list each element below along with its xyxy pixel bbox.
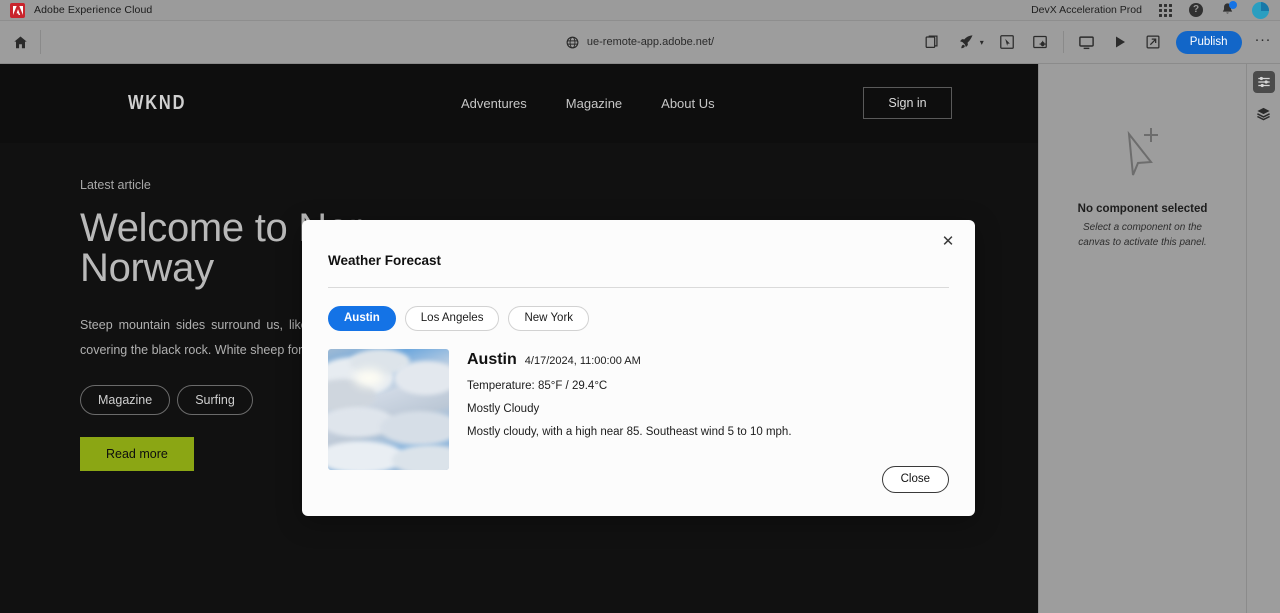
forecast-details: Austin 4/17/2024, 11:00:00 AM Temperatur…: [467, 349, 792, 470]
forecast-description: Mostly cloudy, with a high near 85. Sout…: [467, 426, 792, 438]
forecast-panel: Austin 4/17/2024, 11:00:00 AM Temperatur…: [328, 349, 949, 470]
site-logo[interactable]: WKND: [128, 92, 186, 115]
editor-canvas[interactable]: WKND Adventures Magazine About Us Sign i…: [0, 64, 1038, 613]
close-button[interactable]: Close: [881, 466, 949, 493]
adobe-logo-icon[interactable]: [10, 2, 25, 18]
read-more-button[interactable]: Read more: [80, 437, 194, 471]
tab-los-angeles[interactable]: Los Angeles: [404, 306, 500, 331]
clouds-photo: [328, 349, 449, 470]
forecast-city: Austin: [467, 351, 517, 368]
play-preview-icon[interactable]: [1110, 32, 1130, 52]
tag-magazine[interactable]: Magazine: [80, 385, 171, 415]
forecast-timestamp: 4/17/2024, 11:00:00 AM: [524, 355, 641, 367]
sign-in-button[interactable]: Sign in: [863, 87, 952, 119]
nav-item-magazine[interactable]: Magazine: [566, 96, 622, 111]
adobe-top-bar: Adobe Experience Cloud DevX Acceleration…: [0, 0, 1280, 21]
nav-item-adventures[interactable]: Adventures: [461, 96, 527, 111]
hero-title-line2: Norway: [80, 246, 214, 290]
cursor-add-icon: [1111, 120, 1175, 187]
more-options-icon[interactable]: ···: [1255, 32, 1272, 48]
notification-badge: [1229, 1, 1237, 9]
url-text: ue-remote-app.adobe.net/: [586, 36, 715, 48]
weather-forecast-dialog[interactable]: ✕ Weather Forecast Austin Los Angeles Ne…: [302, 220, 975, 516]
chevron-down-icon[interactable]: ▾: [980, 38, 984, 47]
app-grid-icon[interactable]: [1159, 3, 1172, 17]
page-properties-icon[interactable]: [1030, 32, 1050, 52]
close-icon[interactable]: ✕: [937, 231, 959, 253]
dialog-divider: [328, 287, 949, 288]
toolbar-separator: [1062, 31, 1064, 53]
properties-sliders-icon[interactable]: [1252, 71, 1275, 93]
publish-button[interactable]: Publish: [1175, 30, 1242, 54]
hero-eyebrow: Latest article: [80, 178, 151, 192]
adobe-product-title: Adobe Experience Cloud: [34, 4, 153, 16]
site-header: WKND Adventures Magazine About Us Sign i…: [0, 64, 1038, 143]
select-component-icon[interactable]: [997, 32, 1017, 52]
rocket-launch-icon[interactable]: [956, 32, 976, 52]
home-icon[interactable]: [6, 28, 34, 56]
desktop-preview-icon[interactable]: [1077, 32, 1097, 52]
editor-toolbar: ue-remote-app.adobe.net/ ▾ Publish ···: [0, 21, 1280, 64]
tab-new-york[interactable]: New York: [508, 306, 590, 331]
dialog-title: Weather Forecast: [328, 253, 442, 268]
page-copy-icon[interactable]: [923, 32, 943, 52]
open-external-icon[interactable]: [1143, 32, 1163, 52]
panel-rail: [1246, 64, 1280, 613]
user-avatar[interactable]: [1252, 1, 1269, 19]
city-tab-list: Austin Los Angeles New York: [328, 306, 949, 331]
forecast-condition: Mostly Cloudy: [467, 403, 540, 415]
dialog-footer: Close: [881, 466, 949, 493]
site-navigation: Adventures Magazine About Us: [461, 96, 715, 111]
nav-item-about-us[interactable]: About Us: [661, 96, 714, 111]
empty-state-subtitle: Select a component on the canvas to acti…: [1078, 222, 1207, 248]
globe-icon: [566, 36, 579, 49]
environment-name: DevX Acceleration Prod: [1031, 4, 1142, 16]
help-icon[interactable]: ?: [1189, 3, 1203, 17]
tag-surfing[interactable]: Surfing: [177, 385, 253, 415]
properties-panel: No component selected Select a component…: [1038, 64, 1246, 613]
layers-icon[interactable]: [1253, 102, 1275, 124]
empty-state-title: No component selected: [1077, 203, 1208, 215]
toolbar-divider: [40, 30, 41, 54]
forecast-temperature: Temperature: 85°F / 29.4°C: [467, 380, 608, 392]
tab-austin[interactable]: Austin: [328, 306, 396, 331]
notifications-bell-icon[interactable]: [1220, 1, 1237, 18]
